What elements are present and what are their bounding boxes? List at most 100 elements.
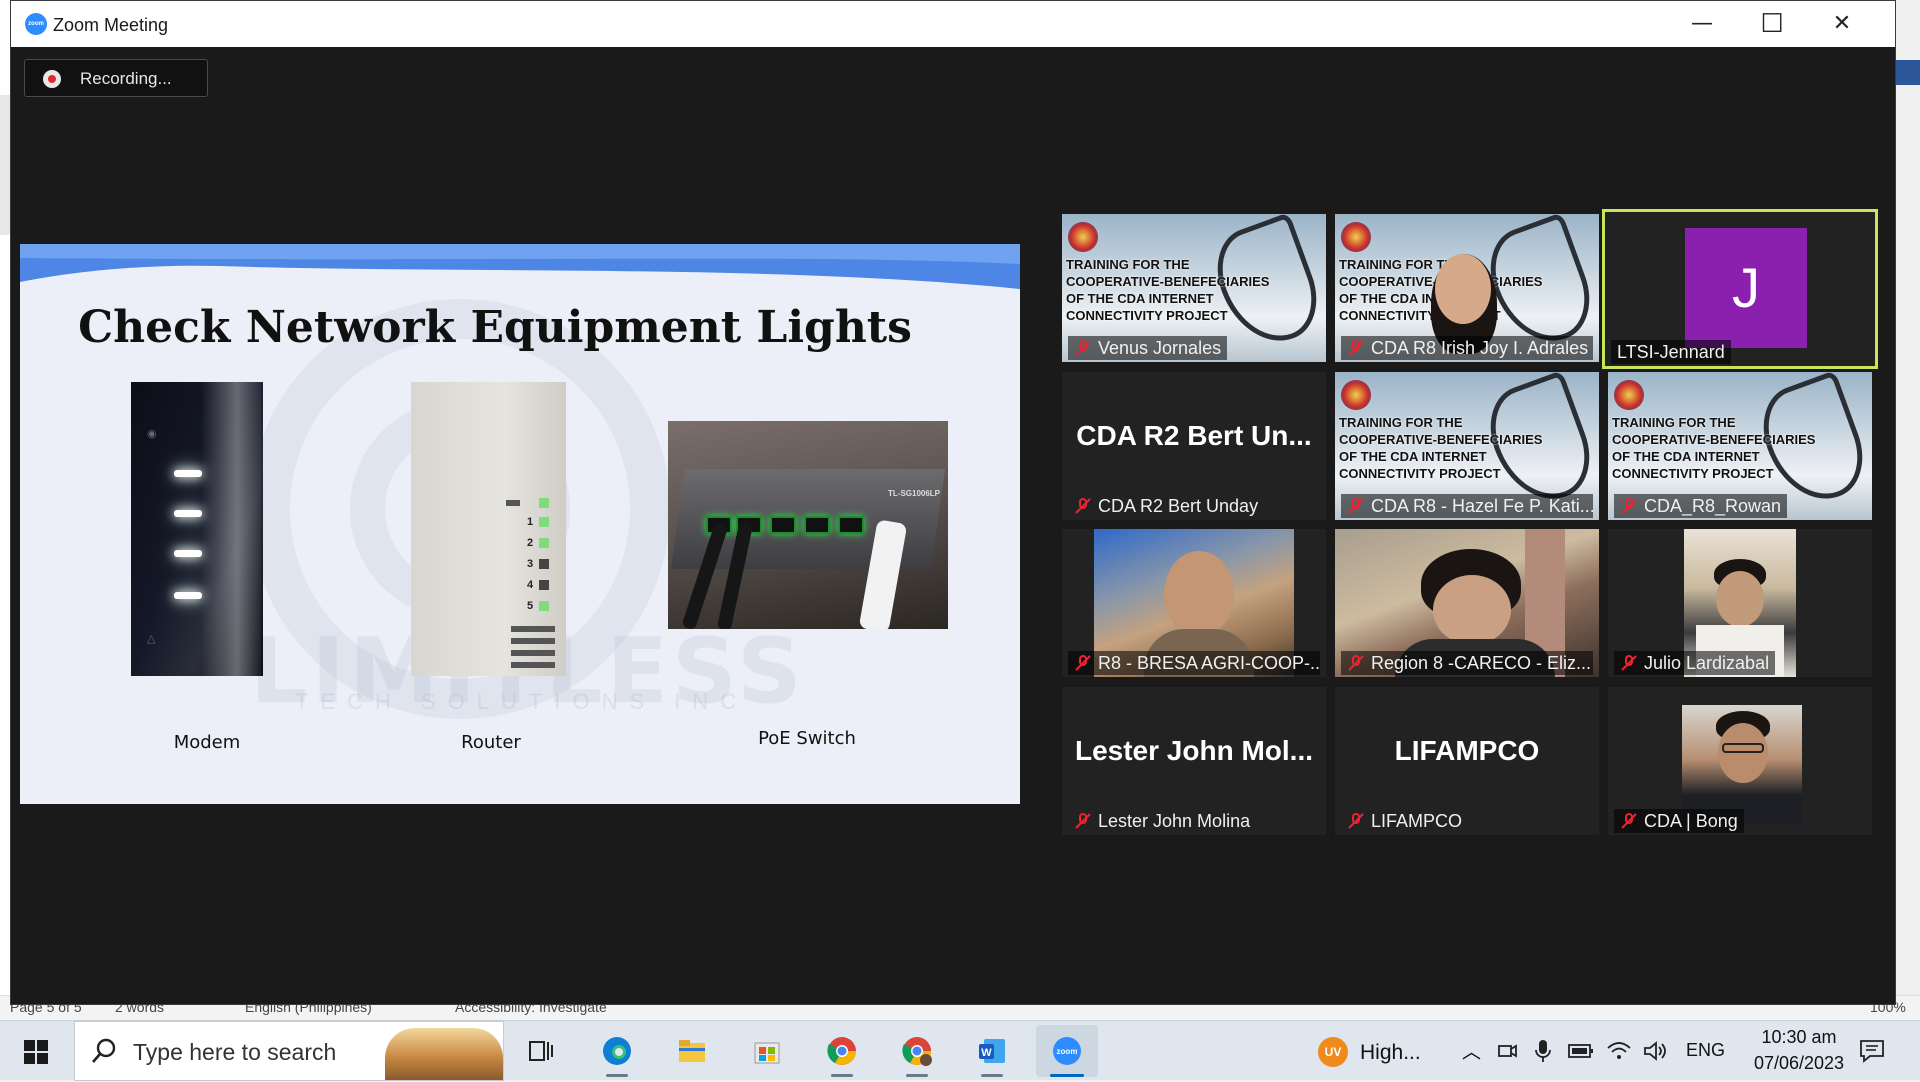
edge-icon xyxy=(603,1037,631,1065)
taskbar-store[interactable] xyxy=(736,1025,798,1077)
participant-display-name: LIFAMPCO xyxy=(1394,735,1540,766)
participant-tile[interactable]: TRAINING FOR THECOOPERATIVE-BENEFECIARIE… xyxy=(1062,214,1326,362)
modem-glare xyxy=(201,382,261,676)
taskbar-zoom[interactable]: zoom xyxy=(1036,1025,1098,1077)
search-icon xyxy=(92,1038,116,1063)
router-port-label: 3 xyxy=(527,558,534,570)
wifi-icon: ◉ xyxy=(147,428,157,440)
recording-label: Recording... xyxy=(80,69,172,88)
show-hidden-icons-icon[interactable]: ︿ xyxy=(1462,1037,1481,1064)
muted-mic-icon xyxy=(1348,498,1364,514)
taskbar-word[interactable]: W xyxy=(961,1025,1023,1077)
cda-seal-icon xyxy=(1341,222,1371,252)
slide-header-wave xyxy=(20,244,1020,289)
window-title: Zoom Meeting xyxy=(53,15,169,35)
poe-switch-caption: PoE Switch xyxy=(758,728,856,749)
participant-tile[interactable]: TRAINING FOR THECOOPERATIVE-BENEFECIARIE… xyxy=(1335,372,1599,520)
microphone-icon[interactable] xyxy=(1533,1038,1553,1064)
zoom-app-icon: zoom xyxy=(25,13,47,35)
banner-text: TRAINING FOR THECOOPERATIVE-BENEFECIARIE… xyxy=(1339,415,1543,481)
participant-face xyxy=(1716,571,1764,627)
muted-mic-icon xyxy=(1075,498,1091,514)
router-caption: Router xyxy=(461,732,521,753)
input-language[interactable]: ENG xyxy=(1686,1040,1725,1061)
modem-photo: ◉ △ xyxy=(131,382,263,676)
banner-text: TRAINING FOR THECOOPERATIVE-BENEFECIARIE… xyxy=(1066,257,1270,323)
participant-name: Venus Jornales xyxy=(1068,336,1228,360)
participant-tile[interactable]: Julio Lardizabal xyxy=(1608,529,1872,677)
participant-tile[interactable]: CDA R2 Bert Un... CDA R2 Bert Unday xyxy=(1062,372,1326,520)
participant-name: CDA R8 - Hazel Fe P. Kati... xyxy=(1341,494,1593,518)
notification-icon[interactable] xyxy=(1858,1038,1886,1064)
participant-name: CDA R2 Bert Unday xyxy=(1068,494,1264,518)
cda-seal-icon xyxy=(1614,380,1644,410)
participant-tile[interactable]: Lester John Mol... Lester John Molina xyxy=(1062,687,1326,835)
close-button[interactable]: ✕ xyxy=(1807,1,1877,47)
title-bar: zoom Zoom Meeting — ☐ ✕ xyxy=(11,1,1895,47)
volume-icon[interactable] xyxy=(1642,1039,1668,1063)
chrome-icon xyxy=(827,1037,856,1065)
participant-face xyxy=(1433,575,1511,645)
participant-name: LTSI-Jennard xyxy=(1611,340,1731,364)
taskbar-edge[interactable] xyxy=(586,1025,648,1077)
taskbar-chrome-profile[interactable] xyxy=(886,1025,948,1077)
taskbar-search-box[interactable]: Type here to search xyxy=(74,1021,504,1081)
router-port-label: 5 xyxy=(527,600,534,612)
muted-mic-icon xyxy=(1621,655,1637,671)
maximize-button[interactable]: ☐ xyxy=(1737,1,1807,47)
cda-seal-icon xyxy=(1341,380,1371,410)
participant-tile[interactable]: CDA | Bong xyxy=(1608,687,1872,835)
muted-mic-icon xyxy=(1075,340,1091,356)
participant-avatar: J xyxy=(1685,228,1807,348)
taskbar-file-explorer[interactable] xyxy=(661,1025,723,1077)
muted-mic-icon xyxy=(1348,813,1364,829)
participant-tile[interactable]: LIFAMPCO LIFAMPCO xyxy=(1335,687,1599,835)
participant-name: CDA | Bong xyxy=(1614,809,1744,833)
banner-text: TRAINING FOR THECOOPERATIVE-BENEFECIARIE… xyxy=(1612,415,1816,481)
battery-icon[interactable] xyxy=(1568,1042,1594,1060)
store-icon xyxy=(754,1042,780,1064)
recording-indicator[interactable]: Recording... xyxy=(24,59,208,97)
participant-tile[interactable]: Region 8 -CARECO - Eliz... xyxy=(1335,529,1599,677)
modem-led xyxy=(174,470,202,477)
participant-name: LIFAMPCO xyxy=(1341,809,1468,833)
taskbar: Type here to search W zoom UV High... ︿ … xyxy=(0,1020,1920,1081)
task-view-icon xyxy=(529,1041,553,1061)
router-port-label: 2 xyxy=(527,537,534,549)
switch-model-label: TL-SG1006LP xyxy=(888,489,941,498)
participant-face xyxy=(1435,254,1491,324)
participant-name: CDA R8 Irish Joy I. Adrales xyxy=(1341,336,1593,360)
router-port-label: 1 xyxy=(527,516,534,528)
participant-tile[interactable]: TRAINING FOR THECOOPERATIVE-BENEFECIARIE… xyxy=(1608,372,1872,520)
participant-name: Region 8 -CARECO - Eliz... xyxy=(1341,651,1593,675)
router-photo: 1 2 3 4 5 xyxy=(411,382,566,676)
watermark-subtext: TECH SOLUTIONS INC xyxy=(295,689,749,714)
task-view-button[interactable] xyxy=(510,1025,572,1077)
modem-led xyxy=(174,510,202,517)
wifi-icon[interactable] xyxy=(1606,1038,1632,1062)
muted-mic-icon xyxy=(1348,340,1364,356)
power-icon: △ xyxy=(147,633,156,645)
word-icon: W xyxy=(979,1039,1005,1063)
muted-mic-icon xyxy=(1621,813,1637,829)
uv-badge-icon: UV xyxy=(1318,1037,1348,1067)
participant-name: R8 - BRESA AGRI-COOP-... xyxy=(1068,651,1320,675)
participant-name: Julio Lardizabal xyxy=(1614,651,1776,675)
taskbar-chrome[interactable] xyxy=(811,1025,873,1077)
poe-switch-photo: TL-SG1006LP xyxy=(668,421,948,629)
word-right-strip xyxy=(1894,0,1920,1005)
weather-text: High... xyxy=(1360,1041,1421,1064)
participant-tile[interactable]: R8 - BRESA AGRI-COOP-... xyxy=(1062,529,1326,677)
weather-widget[interactable]: UV High... xyxy=(1310,1025,1430,1077)
minimize-button[interactable]: — xyxy=(1667,1,1737,47)
clock-time[interactable]: 10:30 am xyxy=(1744,1027,1854,1048)
participant-tile-active-speaker[interactable]: J LTSI-Jennard xyxy=(1602,209,1878,369)
cda-seal-icon xyxy=(1068,222,1098,252)
camera-icon[interactable] xyxy=(1496,1040,1518,1062)
windows-start-icon[interactable] xyxy=(12,1035,60,1069)
participant-tile[interactable]: TRAINING FOR THECOOPERATIVE-BENEFECIARIE… xyxy=(1335,214,1599,362)
participant-name: CDA_R8_Rowan xyxy=(1614,494,1788,518)
clock-date[interactable]: 07/06/2023 xyxy=(1740,1053,1858,1074)
muted-mic-icon xyxy=(1075,655,1091,671)
zoom-meeting-window: zoom Zoom Meeting — ☐ ✕ Recording... LIM… xyxy=(10,0,1896,1005)
